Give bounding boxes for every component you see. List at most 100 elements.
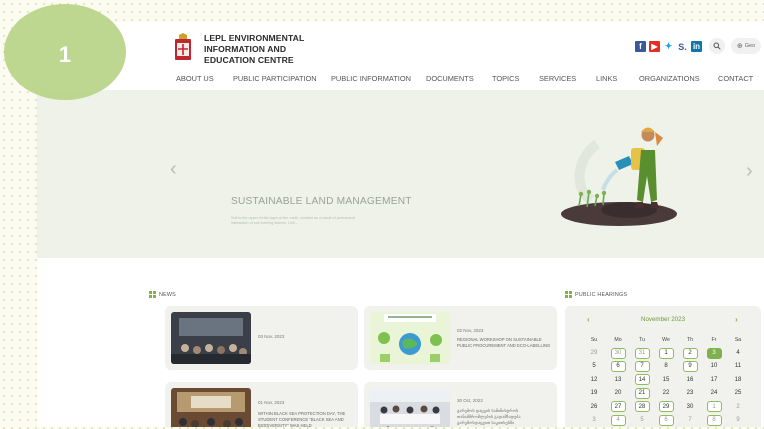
calendar-day: 3 (582, 413, 606, 426)
chevron-right-icon[interactable]: › (735, 315, 738, 324)
linkedin-icon[interactable]: in (691, 41, 702, 52)
calendar-day-number: 20 (614, 390, 622, 397)
grid-icon (565, 291, 572, 298)
calendar-day-number: 8 (706, 414, 722, 426)
calendar-day-number: 18 (734, 376, 742, 383)
slide-title[interactable]: SUSTAINABLE LAND MANAGEMENT (231, 196, 412, 207)
calendar-day: 12 (582, 373, 606, 386)
calendar-day: 5 (582, 360, 606, 373)
news-card[interactable]: 03 Nov, 2023 (165, 306, 358, 370)
calendar-header: November 2023 ‹ › (565, 315, 761, 326)
calendar-day-hearing[interactable]: 6 (606, 360, 630, 373)
youtube-icon[interactable]: ▶ (649, 41, 660, 52)
social-links: f ▶ ✦ S. in (635, 41, 702, 52)
calendar-day-number: 30 (686, 403, 694, 410)
calendar-day-number: 10 (710, 363, 718, 370)
calendar-day-hearing[interactable]: 1 (702, 400, 726, 413)
weekday-label: Th (686, 336, 694, 343)
calendar-day-number: 7 (688, 417, 692, 424)
calendar-month: November 2023 (640, 316, 686, 323)
calendar-day-hearing[interactable]: 1 (654, 346, 678, 359)
calendar-day: 13 (606, 373, 630, 386)
search-icon[interactable] (709, 38, 725, 54)
calendar-day: 15 (654, 373, 678, 386)
calendar-day: 20 (606, 387, 630, 400)
hearings-calendar: November 2023 ‹ › Su Mo Tu We Th Fr Sa 2… (565, 306, 761, 427)
gardener-illustration (561, 127, 677, 226)
slider-prev-arrow[interactable]: ‹ (170, 158, 177, 181)
calendar-day-number: 7 (634, 360, 650, 372)
calendar-day-hearing[interactable]: 3 (702, 346, 726, 359)
chevron-left-icon[interactable]: ‹ (587, 315, 590, 324)
calendar-day-number: 17 (710, 376, 718, 383)
calendar-day-hearing[interactable]: 14 (630, 373, 654, 386)
weekday-label: Fr (711, 336, 717, 343)
calendar-day-number: 23 (686, 390, 694, 397)
nav-item-public-participation[interactable]: PUBLIC PARTICIPATION (233, 74, 317, 83)
news-card[interactable]: 01 Nov, 2023 WITHIN BLACK SEA PROTECTION… (165, 382, 358, 427)
weekday-label: Su (590, 336, 598, 343)
calendar-day: 24 (702, 387, 726, 400)
site-header: LEPL ENVIRONMENTAL INFORMATION AND EDUCA… (37, 22, 764, 90)
twitter-icon[interactable]: ✦ (663, 41, 674, 52)
nav-item-organizations[interactable]: ORGANIZATIONS (639, 74, 700, 83)
calendar-day: 11 (726, 360, 750, 373)
calendar-day: 7 (678, 413, 702, 426)
nav-item-topics[interactable]: TOPICS (492, 74, 519, 83)
calendar-day: 23 (678, 387, 702, 400)
news-photo (171, 388, 251, 427)
calendar-day-hearing[interactable]: 21 (630, 387, 654, 400)
calendar-day-hearing[interactable]: 4 (606, 413, 630, 426)
news-date: 30 Oct, 2023 (457, 398, 483, 403)
calendar-day-hearing[interactable]: 30 (606, 346, 630, 359)
language-switcher[interactable]: ⊕ Geo (731, 38, 761, 54)
calendar-day: 16 (678, 373, 702, 386)
calendar-day-hearing[interactable]: 27 (606, 400, 630, 413)
calendar-grid: Su Mo Tu We Th Fr Sa 29 30 31 1 2 3 4 5 6 7 8 9 10 11… (582, 333, 750, 427)
s-icon[interactable]: S. (677, 41, 688, 52)
calendar-day-number: 22 (662, 390, 670, 397)
news-card[interactable]: 30 Oct, 2023 ᲒᲐᲠᲔᲛᲝᲡ ᲓᲐᲪᲕᲘᲡ ᲡᲐᲛᲘᲜᲘᲡᲢᲠᲝᲡ … (364, 382, 557, 427)
coat-of-arms-logo[interactable] (174, 32, 192, 62)
calendar-day: 8 (654, 360, 678, 373)
calendar-day-number: 15 (662, 376, 670, 383)
calendar-day-number: 2 (682, 347, 698, 359)
calendar-day-number: 4 (610, 414, 626, 426)
news-title: WITHIN BLACK SEA PROTECTION DAY, THE STU… (258, 411, 346, 427)
calendar-day-number: 29 (590, 350, 598, 357)
nav-item-contact[interactable]: CONTACT (718, 74, 753, 83)
calendar-day-hearing[interactable]: 6 (654, 413, 678, 426)
calendar-day-number: 14 (634, 374, 650, 386)
nav-item-services[interactable]: SERVICES (539, 74, 576, 83)
hearings-title: PUBLIC HEARINGS (575, 291, 628, 298)
nav-item-public-information[interactable]: PUBLIC INFORMATION (331, 74, 411, 83)
calendar-day: 2 (726, 400, 750, 413)
calendar-day-number: 28 (634, 401, 650, 413)
main-nav: ABOUT US PUBLIC PARTICIPATION PUBLIC INF… (37, 74, 764, 88)
calendar-day-hearing[interactable]: 31 (630, 346, 654, 359)
calendar-day: 30 (678, 400, 702, 413)
calendar-day-number: 26 (590, 403, 598, 410)
organization-name[interactable]: LEPL ENVIRONMENTAL INFORMATION AND EDUCA… (204, 33, 304, 66)
weekday-label: Tu (639, 336, 645, 343)
nav-item-documents[interactable]: DOCUMENTS (426, 74, 474, 83)
calendar-day-hearing[interactable]: 29 (654, 400, 678, 413)
calendar-day: 5 (630, 413, 654, 426)
news-title: NEWS (159, 291, 176, 298)
nav-item-about-us[interactable]: ABOUT US (176, 74, 214, 83)
calendar-day-hearing[interactable]: 28 (630, 400, 654, 413)
calendar-day-hearing[interactable]: 7 (630, 360, 654, 373)
calendar-day-number: 24 (710, 390, 718, 397)
news-card[interactable]: 02 Nov, 2023 REGIONAL WORKSHOP ON SUSTAI… (364, 306, 557, 370)
nav-item-links[interactable]: LINKS (596, 74, 617, 83)
org-name-line-1: LEPL ENVIRONMENTAL (204, 33, 305, 43)
calendar-day-number: 16 (686, 376, 694, 383)
calendar-day: 9 (726, 413, 750, 426)
slider-next-arrow[interactable]: › (746, 160, 753, 183)
facebook-icon[interactable]: f (635, 41, 646, 52)
calendar-day-hearing[interactable]: 2 (678, 346, 702, 359)
calendar-day-number: 5 (640, 417, 644, 424)
calendar-day: 19 (582, 387, 606, 400)
calendar-day-hearing[interactable]: 9 (678, 360, 702, 373)
calendar-day-hearing[interactable]: 8 (702, 413, 726, 426)
